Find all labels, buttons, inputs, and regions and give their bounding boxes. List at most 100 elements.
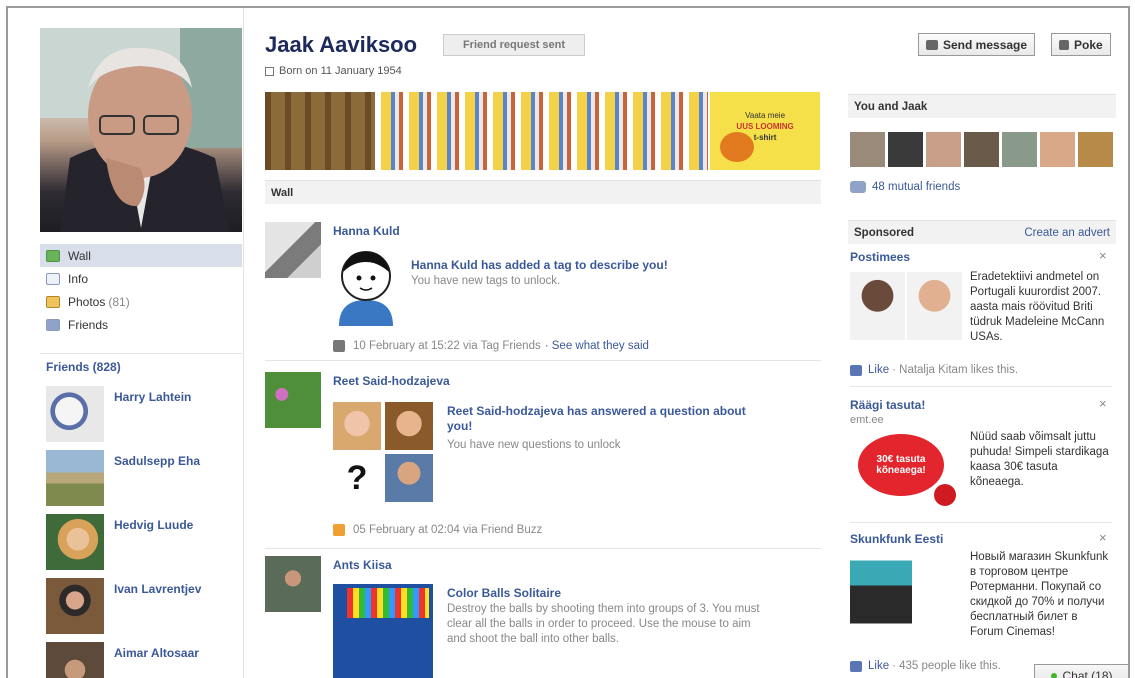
like-text: · Natalja Kitam likes this. xyxy=(892,364,1019,376)
nav-friends[interactable]: Friends xyxy=(40,313,242,336)
post-author[interactable]: Reet Said-hodzajeva xyxy=(333,374,450,388)
like-text: · 435 people like this. xyxy=(892,660,1001,672)
chat-label: Chat (18) xyxy=(1062,668,1113,678)
ad-image[interactable] xyxy=(850,552,912,636)
send-message-button[interactable]: Send message xyxy=(918,33,1036,56)
friend-photo[interactable] xyxy=(46,450,104,506)
friend-request-sent-button[interactable]: Friend request sent xyxy=(443,34,585,56)
strip-photo[interactable]: Vaata meie UUS LOOMING t-shirt xyxy=(710,92,820,170)
mutual-friend-photo[interactable] xyxy=(888,132,923,167)
poke-button[interactable]: Poke xyxy=(1051,33,1111,56)
friend-item[interactable]: Hedvig Luude xyxy=(46,514,242,570)
post-meta-text: 10 February at 15:22 via Tag Friends xyxy=(353,340,541,352)
post-title[interactable]: Hanna Kuld has added a tag to describe y… xyxy=(411,258,731,273)
post-title[interactable]: Color Balls Solitaire xyxy=(447,586,561,601)
friend-item[interactable]: Harry Lahtein xyxy=(46,386,242,442)
mutual-friend-photo[interactable] xyxy=(850,132,885,167)
friend-item[interactable]: Ivan Lavrentjev xyxy=(46,578,242,634)
answer-photo[interactable] xyxy=(333,402,381,450)
friends-heading[interactable]: Friends (828) xyxy=(46,360,121,374)
mutual-friend-photo[interactable] xyxy=(964,132,999,167)
create-advert-link[interactable]: Create an advert xyxy=(1024,227,1110,239)
like-link[interactable]: Like xyxy=(868,660,889,672)
answer-photo[interactable] xyxy=(385,454,433,502)
ad-like-row: Like · Natalja Kitam likes this. xyxy=(850,364,1018,376)
mutual-friend-photo[interactable] xyxy=(1040,132,1075,167)
ad-title[interactable]: Räägi tasuta! xyxy=(850,398,925,412)
mutual-friends-link[interactable]: 48 mutual friends xyxy=(850,181,960,193)
friend-name[interactable]: Ivan Lavrentjev xyxy=(114,582,201,596)
ad-image[interactable] xyxy=(850,272,962,340)
chat-button[interactable]: Chat (18) xyxy=(1034,664,1128,678)
close-icon[interactable]: × xyxy=(1099,396,1107,411)
friend-photo[interactable] xyxy=(46,386,104,442)
friend-name[interactable]: Sadulsepp Eha xyxy=(114,454,200,468)
post-desc: You have new questions to unlock xyxy=(447,439,621,451)
mutual-friends-text: 48 mutual friends xyxy=(872,181,961,193)
post-meta: 10 February at 15:22 via Tag Friends · S… xyxy=(333,340,649,352)
mutual-friend-photo[interactable] xyxy=(1002,132,1037,167)
post-avatar[interactable] xyxy=(265,556,321,612)
close-icon[interactable]: × xyxy=(1099,530,1107,545)
wall-post: Reet Said-hodzajeva ? Reet Said-hodzajev… xyxy=(265,372,821,536)
game-screenshot[interactable] xyxy=(333,584,433,678)
post-avatar[interactable] xyxy=(265,222,321,278)
nav-wall[interactable]: Wall xyxy=(40,244,242,267)
poke-label: Poke xyxy=(1074,37,1103,52)
question-mark-icon: ? xyxy=(346,459,368,497)
ad-domain: emt.ee xyxy=(850,414,884,426)
post-meta: 05 February at 02:04 via Friend Buzz xyxy=(333,524,542,536)
ad-photo xyxy=(907,272,962,340)
you-and-header: You and Jaak xyxy=(848,94,1116,118)
post-author[interactable]: Hanna Kuld xyxy=(333,224,400,238)
friends-icon xyxy=(850,181,866,193)
friend-photo[interactable] xyxy=(46,642,104,678)
color-balls xyxy=(347,588,429,618)
profile-picture[interactable] xyxy=(40,28,242,232)
friend-item[interactable]: Sadulsepp Eha xyxy=(46,450,242,506)
profile-name: Jaak Aaviksoo xyxy=(265,32,418,57)
wall-header: Wall xyxy=(265,180,821,204)
photo-strip: Vaata meie UUS LOOMING t-shirt xyxy=(265,92,820,170)
like-icon xyxy=(850,364,862,376)
online-status-icon xyxy=(1051,672,1058,678)
cartoon-avatar-icon xyxy=(339,251,393,326)
friend-name[interactable]: Hedvig Luude xyxy=(114,518,193,532)
friend-name[interactable]: Harry Lahtein xyxy=(114,390,191,404)
mutual-friend-photo[interactable] xyxy=(1078,132,1113,167)
strip-text-1: Vaata meie xyxy=(745,111,786,120)
strip-photo[interactable] xyxy=(265,92,375,170)
friend-photo[interactable] xyxy=(46,514,104,570)
friend-photo[interactable] xyxy=(46,578,104,634)
ad-body: Новый магазин Skunkfunk в торговом центр… xyxy=(970,551,1109,638)
friend-name[interactable]: Aimar Altosaar xyxy=(114,646,199,660)
ad-divider xyxy=(850,386,1112,387)
nav-photos[interactable]: Photos (81) xyxy=(40,290,242,313)
answer-photo[interactable] xyxy=(385,402,433,450)
ad-divider xyxy=(850,522,1112,523)
mutual-friends-photos xyxy=(850,132,1113,167)
post-desc: Destroy the balls by shooting them into … xyxy=(447,603,760,645)
nav-info[interactable]: Info xyxy=(40,267,242,290)
post-author[interactable]: Ants Kiisa xyxy=(333,558,392,572)
ad-title[interactable]: Skunkfunk Eesti xyxy=(850,532,943,546)
app-icon xyxy=(333,340,345,352)
see-what-they-said-link[interactable]: · See what they said xyxy=(545,340,649,352)
left-column: Wall Info Photos (81) Friends Friends (8… xyxy=(8,8,244,678)
ad-dot xyxy=(934,484,956,506)
nav-photos-count: (81) xyxy=(108,294,130,309)
birthday: Born on 11 January 1954 xyxy=(265,65,402,77)
ad-title[interactable]: Postimees xyxy=(850,250,910,264)
strip-text-2: UUS LOOMING xyxy=(736,122,794,131)
photos-icon xyxy=(46,295,60,308)
strip-photo[interactable] xyxy=(376,92,709,170)
like-link[interactable]: Like xyxy=(868,364,889,376)
post-divider xyxy=(265,548,821,549)
close-icon[interactable]: × xyxy=(1099,248,1107,263)
post-avatar[interactable] xyxy=(265,372,321,428)
sponsored-header: Sponsored Create an advert xyxy=(848,220,1116,244)
post-title[interactable]: Reet Said-hodzajeva has answered a quest… xyxy=(447,404,757,434)
friend-item[interactable]: Aimar Altosaar xyxy=(46,642,242,678)
mutual-friend-photo[interactable] xyxy=(926,132,961,167)
ad-image[interactable]: 30€ tasuta kõneaega! xyxy=(858,434,956,508)
